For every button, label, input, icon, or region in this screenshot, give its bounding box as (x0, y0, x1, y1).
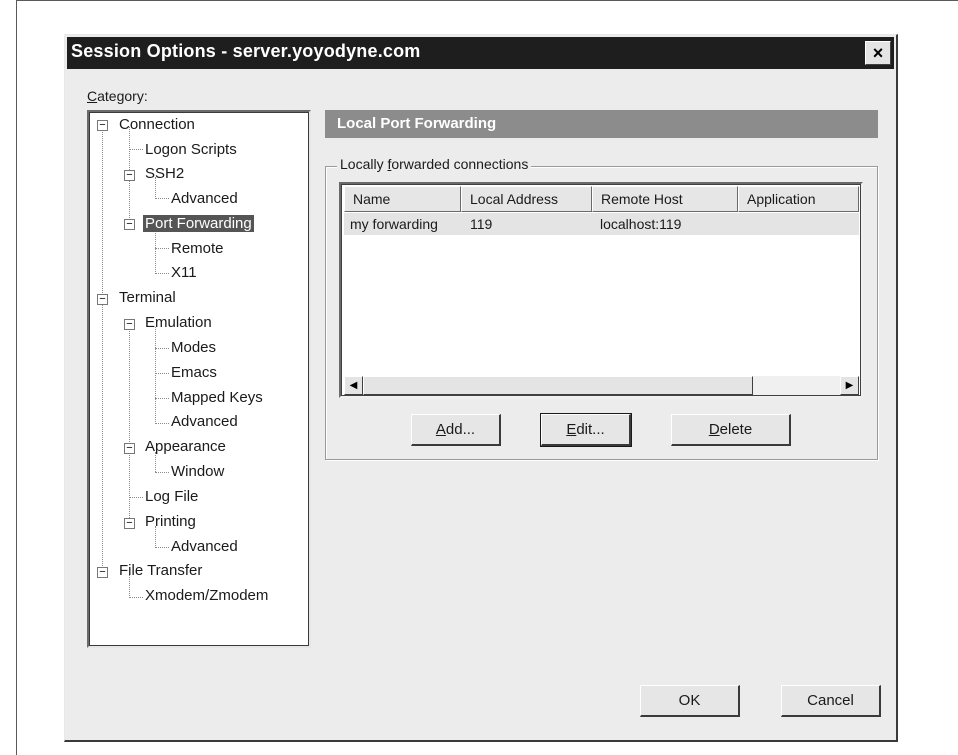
column-header-application[interactable]: Application (738, 186, 859, 212)
table-row[interactable]: my forwarding 119 localhost:119 (344, 213, 859, 235)
tree-item-remote[interactable]: Remote (171, 239, 224, 259)
column-header-local-address[interactable]: Local Address (461, 186, 592, 212)
session-options-dialog: Session Options - server.yoyodyne.com × … (64, 34, 898, 742)
arrow-left-icon: ◀ (349, 380, 358, 391)
column-header-remote-host[interactable]: Remote Host (592, 186, 738, 212)
column-header-name[interactable]: Name (344, 186, 461, 212)
tree-item-logon-scripts[interactable]: Logon Scripts (145, 140, 237, 160)
tree-connector (155, 373, 169, 374)
tree-item-connection[interactable]: Connection (119, 115, 195, 135)
collapse-icon[interactable]: − (124, 443, 135, 454)
tree-connector (155, 327, 156, 422)
tree-item-file-transfer[interactable]: File Transfer (119, 561, 202, 581)
tree-connector (155, 248, 169, 249)
group-label: Locally forwarded connections (337, 156, 532, 172)
collapse-icon[interactable]: − (124, 319, 135, 330)
cell-name: my forwarding (350, 216, 438, 232)
cell-remote-host: localhost:119 (600, 216, 682, 232)
forwarding-list[interactable]: Name Local Address Remote Host Applicati… (339, 182, 863, 398)
tree-connector (102, 129, 103, 297)
tree-item-window[interactable]: Window (171, 462, 224, 482)
edit-button[interactable]: Edit... (540, 413, 632, 447)
tree-item-appearance[interactable]: Appearance (145, 437, 226, 457)
tree-connector (129, 149, 143, 150)
delete-button[interactable]: Delete (671, 414, 791, 446)
tree-connector (129, 497, 143, 498)
tree-connector (155, 547, 169, 548)
scroll-thumb[interactable] (363, 376, 753, 395)
tree-item-x11[interactable]: X11 (171, 263, 197, 283)
tree-item-mapped-keys[interactable]: Mapped Keys (171, 388, 263, 408)
tree-item-log-file[interactable]: Log File (145, 487, 198, 507)
collapse-icon[interactable]: − (97, 120, 108, 131)
section-header: Local Port Forwarding (325, 110, 878, 138)
tree-item-ssh2-advanced[interactable]: Advanced (171, 189, 238, 209)
tree-connector (155, 398, 169, 399)
tree-connector (155, 273, 169, 274)
tree-connector (102, 299, 103, 574)
category-label: Category: (87, 88, 148, 104)
arrow-right-icon: ▶ (845, 380, 854, 391)
collapse-icon[interactable]: − (124, 219, 135, 230)
tree-connector (129, 322, 130, 522)
title-bar: Session Options - server.yoyodyne.com × (67, 37, 894, 69)
tree-connector (155, 348, 169, 349)
figure-frame-top (16, 0, 958, 1)
tree-item-emulation[interactable]: Emulation (145, 313, 212, 333)
tree-item-modes[interactable]: Modes (171, 338, 216, 358)
close-button[interactable]: × (865, 41, 891, 65)
cell-local-address: 119 (470, 216, 493, 232)
figure-frame-left (16, 0, 17, 755)
collapse-icon[interactable]: − (97, 294, 108, 305)
tree-item-printing[interactable]: Printing (145, 512, 196, 532)
collapse-icon[interactable]: − (124, 170, 135, 181)
tree-connector (155, 472, 169, 473)
tree-item-ssh2[interactable]: SSH2 (145, 164, 184, 184)
tree-item-port-forwarding[interactable]: Port Forwarding (143, 214, 254, 234)
collapse-icon[interactable]: − (97, 567, 108, 578)
collapse-icon[interactable]: − (124, 518, 135, 529)
tree-item-emacs[interactable]: Emacs (171, 363, 217, 383)
category-tree[interactable]: − − − − − − − − Connection Logon Scripts… (87, 110, 311, 648)
tree-connector (155, 198, 169, 199)
tree-item-terminal[interactable]: Terminal (119, 288, 176, 308)
dialog-title: Session Options - server.yoyodyne.com (71, 41, 421, 61)
scroll-right-button[interactable]: ▶ (840, 376, 859, 395)
ok-button[interactable]: OK (640, 685, 740, 717)
add-button[interactable]: Add... (411, 414, 501, 446)
scroll-left-button[interactable]: ◀ (344, 376, 363, 395)
tree-connector (155, 423, 169, 424)
horizontal-scrollbar[interactable]: ◀ ▶ (344, 376, 859, 395)
tree-item-emulation-advanced[interactable]: Advanced (171, 412, 238, 432)
tree-item-xmodem-zmodem[interactable]: Xmodem/Zmodem (145, 586, 268, 606)
tree-item-printing-advanced[interactable]: Advanced (171, 537, 238, 557)
tree-connector (129, 597, 143, 598)
cancel-button[interactable]: Cancel (781, 685, 881, 717)
close-icon: × (872, 43, 884, 63)
